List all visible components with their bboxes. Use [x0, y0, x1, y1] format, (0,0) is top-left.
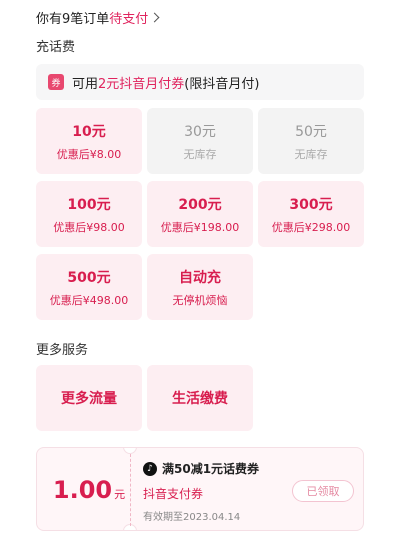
voucher-amount: 1.00 元 [49, 448, 129, 530]
option-amount: 30元 [184, 123, 216, 140]
utility-payment-button[interactable]: 生活缴费 [147, 365, 253, 431]
option-stock-status: 无库存 [294, 147, 328, 161]
section-title-recharge: 充话费 [36, 40, 76, 55]
ticket-divider [130, 454, 131, 526]
option-amount: 300元 [289, 196, 333, 213]
coupon-tip[interactable]: 券 可用 2元抖音月付券 (限抖音月付) [36, 64, 364, 100]
pending-orders-prefix: 你有9笔订单 [36, 12, 110, 27]
voucher-title: 满50减1元话费券 [162, 462, 260, 476]
more-data-button[interactable]: 更多流量 [36, 365, 142, 431]
recharge-option-300[interactable]: 300元 优惠后¥298.00 [258, 181, 364, 247]
option-amount: 500元 [67, 269, 111, 286]
coupon-icon: 券 [48, 74, 64, 90]
voucher-pay-method: 抖音支付券 [143, 487, 204, 501]
section-title-more-services: 更多服务 [36, 343, 89, 358]
recharge-option-30[interactable]: 30元 无库存 [147, 108, 253, 174]
recharge-option-200[interactable]: 200元 优惠后¥198.00 [147, 181, 253, 247]
voucher-amount-unit: 元 [114, 488, 126, 501]
option-stock-status: 无库存 [183, 147, 217, 161]
voucher-amount-value: 1.00 [52, 476, 113, 504]
option-price: 优惠后¥198.00 [160, 220, 240, 234]
option-price: 优惠后¥98.00 [53, 220, 125, 234]
voucher-info: ♪ 满50减1元话费券 抖音支付券 有效期至2023.04.14 [143, 460, 259, 523]
voucher-claimed-button[interactable]: 已领取 [292, 480, 354, 502]
option-amount: 200元 [178, 196, 222, 213]
option-amount: 50元 [295, 123, 327, 140]
option-amount: 自动充 [179, 269, 221, 286]
auto-recharge-option[interactable]: 自动充 无停机烦恼 [147, 254, 253, 320]
option-price: 优惠后¥298.00 [271, 220, 351, 234]
option-amount: 10元 [72, 123, 106, 140]
recharge-option-50[interactable]: 50元 无库存 [258, 108, 364, 174]
recharge-option-100[interactable]: 100元 优惠后¥98.00 [36, 181, 142, 247]
coupon-tip-highlight: 2元抖音月付券 [98, 76, 185, 92]
recharge-option-500[interactable]: 500元 优惠后¥498.00 [36, 254, 142, 320]
voucher-validity: 有效期至2023.04.14 [143, 512, 241, 523]
pending-orders-link[interactable]: 你有9笔订单 待支付 [36, 8, 160, 27]
option-price: 优惠后¥8.00 [56, 147, 122, 161]
chevron-right-icon [149, 12, 160, 23]
voucher-card: 1.00 元 ♪ 满50减1元话费券 抖音支付券 有效期至2023.04.14 … [36, 447, 364, 531]
pending-orders-highlight: 待支付 [109, 12, 149, 27]
recharge-option-10[interactable]: 10元 优惠后¥8.00 [36, 108, 142, 174]
coupon-tip-suffix: (限抖音月付) [184, 76, 260, 92]
coupon-tip-prefix: 可用 [72, 76, 99, 92]
douyin-logo-icon: ♪ [143, 461, 157, 476]
option-price: 优惠后¥498.00 [49, 293, 129, 307]
option-desc: 无停机烦恼 [172, 293, 228, 307]
option-amount: 100元 [67, 196, 111, 213]
